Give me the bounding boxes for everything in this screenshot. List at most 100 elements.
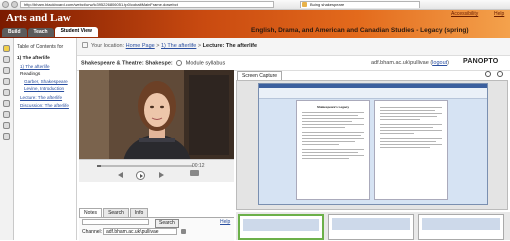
tab-teach[interactable]: Teach — [27, 27, 54, 37]
thumbnail[interactable] — [238, 214, 324, 240]
search-button[interactable]: Search — [155, 219, 179, 228]
text-line — [302, 118, 364, 119]
toc-section: 1) The afterlife — [17, 56, 50, 61]
text-line — [302, 158, 349, 159]
text-line — [380, 113, 442, 114]
toc-item[interactable]: Garber, Shakespeare — [24, 79, 68, 85]
fast-forward-icon[interactable] — [159, 172, 164, 178]
thumbnail-preview — [243, 219, 319, 231]
zoom-out-icon[interactable] — [497, 71, 503, 77]
text-line — [380, 133, 415, 134]
page-icon[interactable] — [3, 111, 10, 118]
session-title: Shakespeare & Theatre: Shakespe: Module … — [81, 60, 225, 66]
accessibility-link[interactable]: Accessibility — [451, 11, 478, 17]
text-line — [302, 152, 358, 153]
browser-tab[interactable]: Buing shakespeare — [300, 1, 420, 8]
folder-icon[interactable] — [3, 45, 10, 52]
text-line — [302, 115, 358, 116]
document-page-right — [374, 100, 448, 200]
toc-item[interactable]: Discussion: The afterlife — [20, 103, 69, 109]
thumbnail[interactable] — [328, 214, 414, 240]
page-icon[interactable] — [3, 67, 10, 74]
tab-student-view[interactable]: Student View — [54, 27, 98, 37]
document-heading: Shakespeare's Legacy — [316, 105, 350, 109]
play-button[interactable] — [136, 171, 145, 180]
tab-search[interactable]: Search — [103, 207, 129, 217]
text-line — [380, 147, 430, 148]
settings-icon[interactable] — [3, 122, 10, 129]
breadcrumb-section[interactable]: 1) The afterlife — [161, 43, 196, 49]
page-icon[interactable] — [3, 133, 10, 140]
text-line — [302, 132, 364, 133]
text-line — [380, 107, 442, 108]
zoom-in-icon[interactable] — [485, 71, 491, 77]
course-title: English, Drama, and American and Canadia… — [251, 27, 469, 34]
help-link-header[interactable]: Help — [494, 11, 504, 17]
course-name: Shakespeare & Theatre: Shakespe: — [81, 60, 173, 67]
forward-icon[interactable] — [11, 1, 18, 8]
text-line — [302, 121, 352, 122]
text-line — [380, 119, 421, 120]
breadcrumb-home[interactable]: Home Page — [126, 43, 155, 49]
back-icon[interactable] — [2, 1, 9, 8]
volume-icon[interactable] — [190, 170, 199, 176]
playback-time: 00:12 — [192, 163, 205, 169]
user-name: adf.bham.ac.uk\pullivae — [371, 60, 429, 66]
text-line — [302, 141, 355, 142]
favicon-icon — [302, 2, 307, 7]
panopto-logo: PANOPTO — [463, 58, 499, 65]
text-line — [380, 130, 442, 131]
notes-search-input[interactable] — [82, 219, 149, 225]
text-line — [302, 149, 364, 150]
thumbnail-preview — [332, 218, 410, 230]
text-line — [302, 138, 364, 139]
page-icon[interactable] — [3, 56, 10, 63]
tab-screen-capture[interactable]: Screen Capture — [237, 71, 283, 80]
info-icon[interactable] — [176, 60, 183, 66]
page-icon[interactable] — [3, 89, 10, 96]
lock-icon — [181, 229, 186, 234]
text-line — [380, 124, 442, 125]
text-line — [380, 138, 442, 139]
tab-notes[interactable]: Notes — [79, 207, 103, 217]
edit-icon[interactable] — [3, 78, 10, 85]
rewind-icon[interactable] — [118, 172, 123, 178]
tab-build[interactable]: Build — [2, 27, 27, 37]
thumbnail[interactable] — [418, 214, 504, 240]
breadcrumb: Your location: Home Page > 1) The afterl… — [91, 43, 258, 49]
calendar-icon[interactable] — [3, 100, 10, 107]
channel-label: Channel: — [82, 229, 103, 235]
progress-bar[interactable] — [97, 165, 193, 167]
breadcrumb-prefix: Your location: — [91, 43, 125, 49]
toc-item[interactable]: 1) The afterlife — [20, 64, 50, 70]
collapse-icon[interactable] — [82, 42, 88, 48]
mode-tabs: Build Teach Student View — [2, 26, 99, 38]
breadcrumb-current: Lecture: The afterlife — [202, 43, 258, 49]
text-line — [380, 141, 436, 142]
logout-link[interactable]: logout — [432, 60, 447, 66]
text-line — [380, 127, 433, 128]
text-line — [302, 144, 340, 145]
progress-fill — [97, 165, 101, 167]
toc-item[interactable]: Levine, Introduction — [24, 86, 64, 92]
play-icon — [140, 174, 143, 178]
text-line — [302, 124, 364, 125]
channel-select[interactable]: adf.bham.ac.uk\pullivae — [103, 228, 177, 235]
text-line — [302, 127, 346, 128]
toc-item: Readings — [20, 72, 41, 77]
site-title: Arts and Law — [6, 12, 71, 24]
player-controls — [79, 159, 234, 182]
tab-info[interactable]: Info — [129, 207, 149, 217]
text-line — [302, 135, 361, 136]
help-link[interactable]: Help — [220, 219, 230, 225]
text-line — [302, 155, 364, 156]
document-window — [258, 83, 488, 205]
text-line — [380, 116, 438, 117]
toc-item[interactable]: Lecture: The afterlife — [20, 95, 62, 101]
document-ribbon — [259, 88, 487, 99]
text-line — [380, 110, 435, 111]
notes-tabs: Notes Search Info — [79, 207, 149, 217]
address-bar[interactable]: http://bham.blackboard.com/webct/urw/lc3… — [20, 1, 274, 8]
document-page-left: Shakespeare's Legacy — [296, 100, 370, 200]
text-line — [302, 112, 364, 113]
